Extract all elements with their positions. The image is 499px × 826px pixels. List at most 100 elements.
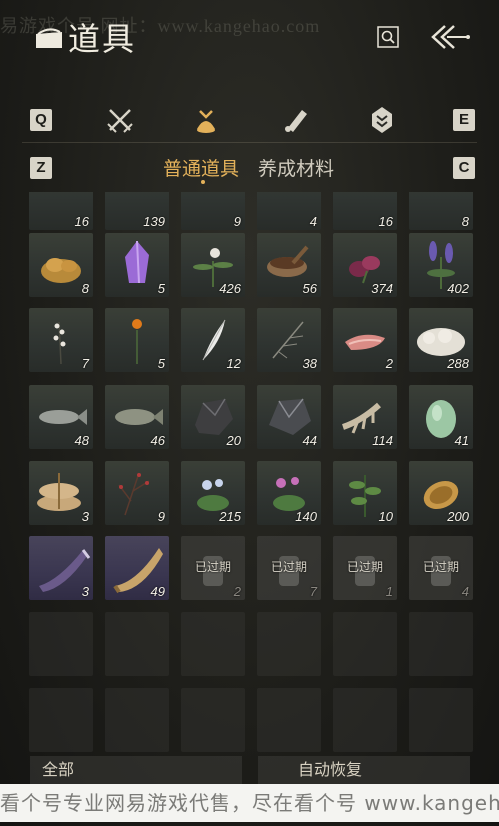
item-slot-white-feather[interactable]: 12 [181,308,245,372]
item-slot-grain-sacks[interactable]: 3 [29,461,93,525]
item-slot-orange-flower[interactable]: 5 [105,308,169,372]
item-slot-war-horn[interactable]: 3 [29,536,93,600]
item-slot-green-gourd[interactable]: 41 [409,385,473,449]
emblem-icon[interactable] [367,105,397,135]
empty-slot [29,612,93,676]
header: 道具 [0,0,499,70]
item-count: 2 [233,584,241,599]
empty-slot [257,612,321,676]
active-tab-dot [201,180,205,184]
item-slot-expired-item[interactable]: 已过期 4 [409,536,473,600]
item-count: 20 [226,433,241,448]
key-q-button[interactable]: Q [30,109,52,131]
item-slot-lavender[interactable]: 402 [409,233,473,297]
item-slot-grey-fish[interactable]: 48 [29,385,93,449]
item-slot-expired-item[interactable]: 已过期 7 [257,536,321,600]
item-count: 10 [378,509,393,524]
item-count: 8 [81,281,89,296]
item-count: 139 [143,214,165,229]
inventory-grid[interactable]: 16 139 9 4 16 8 8 5 426 56 374 402 7 5 12 38 2 288 48 46 20 4… [0,192,499,782]
item-count: 288 [447,356,469,371]
item-count: 215 [219,509,241,524]
bag-icon [36,28,62,48]
empty-slot [409,612,473,676]
item-count: 38 [302,356,317,371]
expired-label: 已过期 [422,560,459,574]
item-count: 7 [309,584,317,599]
item-slot-medicine-bowl[interactable]: 56 [257,233,321,297]
item-slot-amethyst-crystal[interactable]: 5 [105,233,169,297]
watermark-banner: 看个号专业网易游戏代售，尽在看个号 www.kangehao.com [0,784,499,822]
crossed-swords-icon[interactable] [105,105,135,135]
search-icon[interactable] [377,26,399,48]
item-count: 16 [378,214,393,229]
item-slot-bone-fragment[interactable]: 114 [333,385,397,449]
item-slot-item-partial[interactable]: 4 [257,192,321,230]
item-slot-expired-item[interactable]: 已过期 1 [333,536,397,600]
item-slot-item-partial[interactable]: 8 [409,192,473,230]
key-c-button[interactable]: C [453,157,475,179]
expired-label: 已过期 [194,560,231,574]
item-slot-item-partial[interactable]: 16 [29,192,93,230]
empty-slot [29,688,93,752]
item-slot-item-partial[interactable]: 9 [181,192,245,230]
item-slot-white-blossom-sprig[interactable]: 7 [29,308,93,372]
item-count: 2 [385,356,393,371]
item-count: 3 [81,509,89,524]
empty-slot [333,688,397,752]
item-slot-expired-item[interactable]: 已过期 2 [181,536,245,600]
filter-all-button[interactable]: 全部 [30,756,242,784]
item-slot-gold-ore[interactable]: 8 [29,233,93,297]
item-count: 8 [461,214,469,229]
item-count: 9 [233,214,241,229]
back-icon[interactable] [425,20,473,54]
item-count: 140 [295,509,317,524]
item-count: 1 [385,584,393,599]
tab-normal-items[interactable]: 普通道具 [163,154,239,181]
item-count: 9 [157,509,165,524]
item-count: 5 [157,356,165,371]
item-slot-raw-meat[interactable]: 2 [333,308,397,372]
item-slot-red-berry-branch[interactable]: 9 [105,461,169,525]
item-count: 41 [454,433,469,448]
item-slot-blue-flower-herb[interactable]: 215 [181,461,245,525]
item-slot-green-herb[interactable]: 10 [333,461,397,525]
item-count: 114 [372,433,393,448]
item-count: 56 [302,281,317,296]
expired-label: 已过期 [270,560,307,574]
item-count: 402 [447,281,469,296]
item-slot-dry-twig[interactable]: 38 [257,308,321,372]
auto-restore-button[interactable]: 自动恢复 [258,756,470,784]
tab-cultivation-materials[interactable]: 养成材料 [258,154,334,181]
scroll-icon[interactable] [281,105,311,135]
item-slot-ivory-horn[interactable]: 49 [105,536,169,600]
item-count: 16 [74,214,89,229]
item-slot-wool-fleece[interactable]: 288 [409,308,473,372]
item-count: 374 [371,281,393,296]
item-slot-iron-ore[interactable]: 44 [257,385,321,449]
item-slot-dark-ore[interactable]: 20 [181,385,245,449]
item-slot-purple-flower[interactable]: 374 [333,233,397,297]
item-count: 7 [81,356,89,371]
filter-all-label: 全部 [42,760,75,779]
item-slot-item-partial[interactable]: 16 [333,192,397,230]
item-slot-gold-scroll[interactable]: 200 [409,461,473,525]
empty-slot [105,688,169,752]
item-count: 426 [219,281,241,296]
auto-restore-label: 自动恢复 [298,760,363,779]
empty-slot [105,612,169,676]
item-slot-pink-flower-herb[interactable]: 140 [257,461,321,525]
expired-label: 已过期 [346,560,383,574]
empty-slot [257,688,321,752]
page-title: 道具 [68,20,137,58]
item-count: 5 [157,281,165,296]
item-slot-white-flower-herb[interactable]: 426 [181,233,245,297]
item-slot-item-partial[interactable]: 139 [105,192,169,230]
key-e-button[interactable]: E [453,109,475,131]
key-z-button[interactable]: Z [30,157,52,179]
item-count: 12 [226,356,241,371]
pouch-icon[interactable] [191,105,221,135]
empty-slot [409,688,473,752]
item-slot-carp-fish[interactable]: 46 [105,385,169,449]
empty-slot [181,612,245,676]
